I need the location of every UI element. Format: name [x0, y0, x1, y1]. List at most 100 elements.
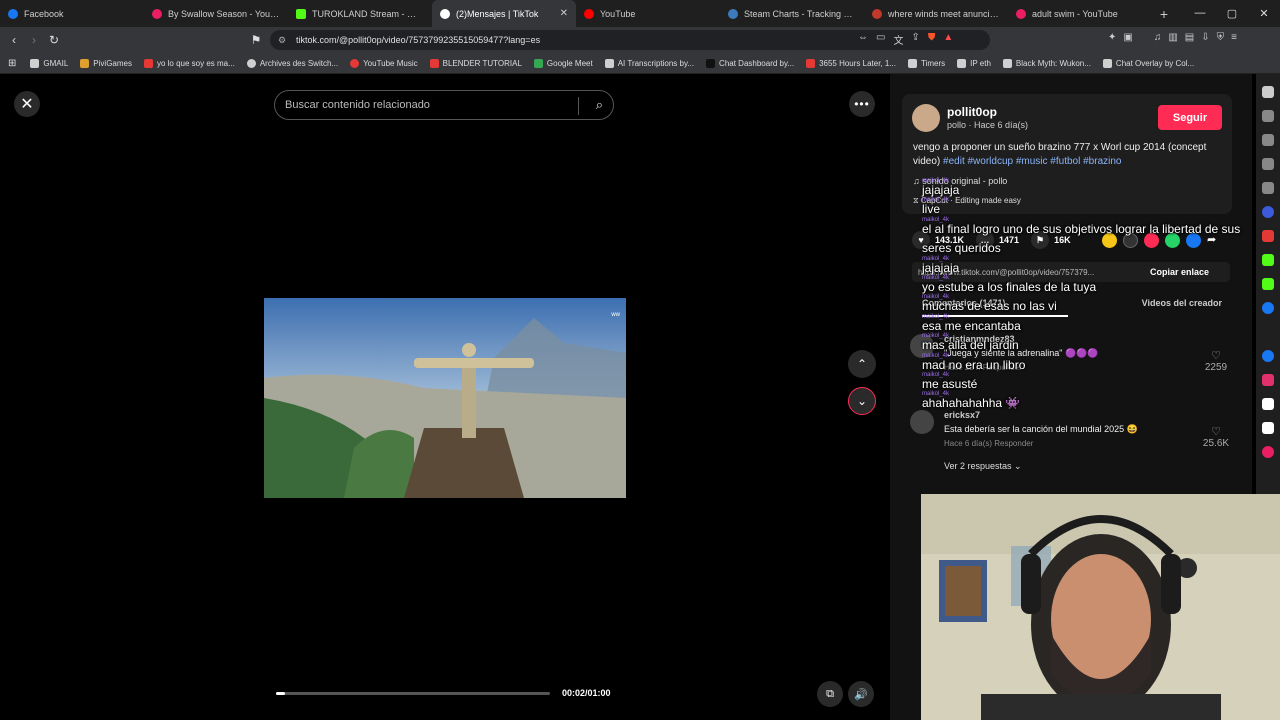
- bookmark-item[interactable]: YouTube Music: [344, 58, 424, 68]
- globe-icon: [246, 58, 256, 68]
- browser-tab[interactable]: YouTube: [576, 0, 720, 27]
- forward-icon[interactable]: ›: [24, 33, 44, 47]
- close-window-icon[interactable]: ✕: [1248, 7, 1280, 20]
- menu-icon[interactable]: ≡: [1231, 32, 1237, 43]
- bookmark-item[interactable]: yo lo que soy es ma...: [138, 58, 241, 68]
- bookmark-item[interactable]: IP eth: [951, 58, 997, 68]
- author-subtitle: pollo · Hace 6 día(s): [947, 120, 1029, 130]
- maximize-icon[interactable]: ▢: [1216, 7, 1248, 20]
- dashboard-icon: [706, 58, 716, 68]
- chat-message: seres queridos: [922, 241, 1001, 256]
- video-player[interactable]: ww: [264, 298, 626, 498]
- translate-icon[interactable]: 文: [893, 32, 903, 47]
- bookmark-icon[interactable]: ⚑: [246, 33, 266, 47]
- search-icon[interactable]: ⌕: [596, 97, 603, 113]
- sidebar-icon[interactable]: ▥: [1168, 32, 1177, 43]
- bookmark-item[interactable]: Google Meet: [528, 58, 599, 68]
- browser-tab[interactable]: TUROKLAND Stream - Watch L: [288, 0, 432, 27]
- sidebar-app-icon[interactable]: [1262, 134, 1274, 146]
- downloads-icon[interactable]: ⇩: [1201, 32, 1209, 43]
- steam-icon: [728, 8, 738, 19]
- wallet-icon[interactable]: ▤: [1185, 32, 1194, 43]
- bookmark-item[interactable]: GMAIL: [24, 58, 74, 68]
- apps-icon[interactable]: ⊞: [8, 58, 16, 69]
- browser-tab[interactable]: Steam Charts - Tracking What: [720, 0, 864, 27]
- vpn-icon[interactable]: ⛨: [1217, 32, 1225, 43]
- follow-button[interactable]: Seguir: [1158, 105, 1222, 130]
- volume-button[interactable]: 🔊: [848, 681, 874, 707]
- bookmark-item[interactable]: BLENDER TUTORIAL: [424, 58, 528, 68]
- previous-video-button[interactable]: ⌃: [848, 350, 876, 378]
- bookmark-item[interactable]: 3655 Hours Later, 1...: [800, 58, 902, 68]
- browser-tab[interactable]: Facebook: [0, 0, 144, 27]
- close-video-button[interactable]: ✕: [14, 91, 40, 117]
- timers-icon: [908, 58, 917, 68]
- sidebar-pin-icon[interactable]: [1262, 86, 1274, 98]
- close-tab-icon[interactable]: ✕: [560, 8, 568, 19]
- chat-message: maikol_4k muchas de esas no las vi: [922, 294, 1057, 314]
- music-icon[interactable]: ♫: [1154, 32, 1162, 43]
- chat-message: maikol_4k esa me encantaba: [922, 313, 1021, 333]
- reload-icon[interactable]: ↻: [44, 33, 64, 47]
- next-video-button[interactable]: ⌄: [848, 387, 876, 415]
- video-progress-fill: [276, 692, 286, 695]
- bookmark-item[interactable]: Chat Dashboard by...: [700, 58, 800, 68]
- more-options-button[interactable]: •••: [849, 91, 875, 117]
- youtube-icon: [143, 58, 153, 68]
- brave-shield-icon[interactable]: ⛊: [928, 32, 936, 47]
- browser-tab[interactable]: By Swallow Season - YouTube: [144, 0, 288, 27]
- post-caption: vengo a proponer un sueño brazino 777 x …: [913, 142, 1207, 167]
- youtube-icon: [584, 8, 594, 19]
- heart-outline-icon: ♡: [1211, 426, 1221, 438]
- site-info-icon[interactable]: ⚙: [278, 35, 286, 46]
- brave-rewards-icon[interactable]: ▲: [943, 32, 953, 47]
- youtube-icon: [429, 58, 439, 68]
- chat-message: maikol_4k jajajaja: [922, 255, 960, 275]
- sidebar-app-icon[interactable]: [1262, 446, 1274, 458]
- transcription-icon: [604, 58, 614, 68]
- back-icon[interactable]: ‹: [4, 33, 24, 47]
- overlay-icon: [1102, 58, 1112, 68]
- bookmark-item[interactable]: AI Transcriptions by...: [599, 58, 700, 68]
- video-progress-bar[interactable]: [276, 692, 550, 695]
- author-avatar[interactable]: [912, 104, 940, 132]
- sidebar-app-icon[interactable]: [1262, 110, 1274, 122]
- svg-text:ww: ww: [610, 312, 620, 318]
- bookmark-item[interactable]: Archives des Switch...: [241, 58, 344, 68]
- video-time: 00:02/01:00: [562, 688, 611, 698]
- screenshot-icon[interactable]: ▣: [1123, 32, 1132, 43]
- new-tab-icon[interactable]: +: [1152, 6, 1176, 22]
- cast-icon[interactable]: ▭: [876, 32, 885, 47]
- browser-tab[interactable]: where winds meet anuncio pa: [864, 0, 1008, 27]
- sidebar-app-icon[interactable]: [1262, 158, 1274, 170]
- comment-like[interactable]: ♡ 25.6K: [1196, 425, 1236, 449]
- browser-tab-active[interactable]: (2)Mensajes | TikTok ✕: [432, 0, 576, 27]
- bookmark-item[interactable]: PiviGames: [74, 58, 138, 68]
- tiktok-icon[interactable]: [1262, 422, 1274, 434]
- link-icon[interactable]: ⇔: [858, 32, 868, 47]
- minimize-icon[interactable]: —: [1184, 7, 1216, 20]
- browser-tab[interactable]: adult swim - YouTube: [1008, 0, 1152, 27]
- bookmark-item[interactable]: Timers: [902, 58, 951, 68]
- bookmark-item[interactable]: Chat Overlay by Col...: [1097, 58, 1200, 68]
- youtube-icon: [152, 8, 162, 19]
- chat-message: maikol_4k mad no era un libro: [922, 352, 1026, 372]
- search-divider: [578, 97, 579, 115]
- chat-message: maikol_4k ahahahahahha 👾: [922, 391, 1021, 411]
- steam-icon: [1002, 58, 1012, 68]
- chat-message: maikol_4k mas alla del jardin: [922, 333, 1019, 353]
- hashtags[interactable]: #edit #worldcup #music #futbol #brazino: [943, 156, 1121, 167]
- youtube-icon: [806, 58, 816, 68]
- extensions-icon[interactable]: ✦: [1108, 32, 1116, 43]
- chat-message: maikol_4k yo estube a los finales de la t…: [922, 274, 1097, 294]
- bookmark-item[interactable]: Black Myth: Wukon...: [997, 58, 1097, 68]
- tiktok-icon: [440, 8, 450, 19]
- share-icon[interactable]: ⇪: [911, 32, 919, 47]
- related-search-input[interactable]: Buscar contenido relacionado ⌕: [274, 90, 614, 120]
- youtube-music-icon: [350, 58, 360, 68]
- google-meet-icon: [533, 58, 543, 68]
- floating-player-button[interactable]: ⧉: [817, 681, 843, 707]
- address-bar-row: ‹ › ↻ ⚑ ⚙ tiktok.com/@pollit0op/video/75…: [0, 27, 1280, 53]
- view-replies-link[interactable]: Ver 2 respuestas ⌄: [944, 461, 1022, 472]
- author-name[interactable]: pollit0op: [947, 105, 997, 119]
